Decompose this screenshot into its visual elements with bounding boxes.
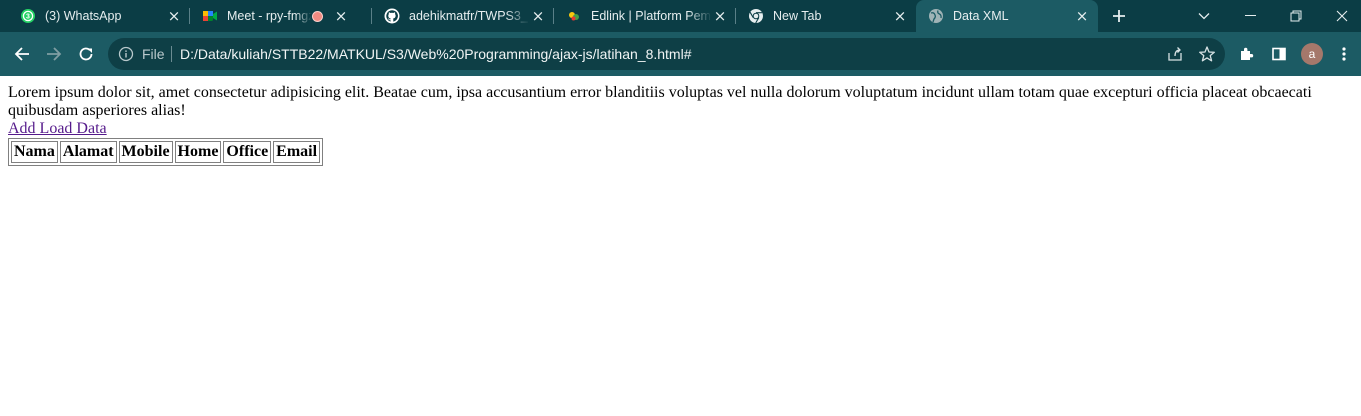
side-panel-icon: [1272, 47, 1286, 61]
tab-data-xml[interactable]: Data XML ×: [916, 0, 1098, 32]
close-tab-icon[interactable]: ×: [166, 7, 182, 25]
tab-title: Meet - rpy-fmgz-: [227, 9, 312, 23]
arrow-left-icon: [14, 47, 29, 61]
plus-icon: [1113, 10, 1125, 22]
svg-text:3: 3: [26, 14, 30, 21]
chrome-icon: [748, 8, 764, 24]
close-tab-icon[interactable]: ×: [530, 7, 546, 25]
whatsapp-icon: 3: [20, 8, 36, 24]
github-icon: [384, 8, 400, 24]
reload-button[interactable]: [70, 38, 102, 70]
close-tab-icon[interactable]: ×: [892, 7, 908, 25]
puzzle-icon: [1241, 47, 1254, 60]
address-divider: [171, 46, 172, 62]
info-icon[interactable]: [118, 46, 134, 62]
back-button[interactable]: [6, 38, 38, 70]
new-tab-button[interactable]: [1107, 4, 1131, 28]
restore-icon: [1290, 10, 1302, 22]
header-home: Home: [174, 141, 222, 163]
arrow-right-icon: [47, 47, 62, 61]
close-icon: [1336, 10, 1348, 22]
header-nama: Nama: [11, 141, 58, 163]
recording-indicator-icon: [312, 10, 323, 22]
browser-toolbar: File D:/Data/kuliah/STTB22/MATKUL/S3/Web…: [0, 32, 1361, 76]
bookmark-star-icon[interactable]: [1198, 45, 1216, 63]
address-bar[interactable]: File D:/Data/kuliah/STTB22/MATKUL/S3/Web…: [108, 38, 1225, 70]
close-window-button[interactable]: [1319, 0, 1361, 32]
header-alamat: Alamat: [59, 141, 117, 163]
tab-edlink[interactable]: Edlink | Platform Pem ×: [554, 0, 736, 32]
close-tab-icon[interactable]: ×: [712, 7, 728, 25]
google-meet-icon: [202, 8, 218, 24]
tab-new-tab[interactable]: New Tab ×: [736, 0, 916, 32]
tab-title: New Tab: [773, 9, 822, 23]
tab-title: Edlink | Platform Pem: [591, 9, 711, 23]
url-text[interactable]: D:/Data/kuliah/STTB22/MATKUL/S3/Web%20Pr…: [180, 46, 691, 62]
profile-avatar[interactable]: a: [1301, 43, 1323, 65]
globe-icon: [928, 8, 944, 24]
restore-button[interactable]: [1273, 0, 1319, 32]
close-tab-icon[interactable]: ×: [1074, 7, 1090, 25]
tab-whatsapp[interactable]: 3 (3) WhatsApp ×: [8, 0, 190, 32]
tab-strip: 3 (3) WhatsApp × Meet - rpy-fmgz- × adeh…: [0, 0, 1361, 32]
side-panel-button[interactable]: [1263, 38, 1295, 70]
scheme-label: File: [142, 46, 165, 62]
header-mobile: Mobile: [118, 141, 173, 163]
lorem-paragraph: Lorem ipsum dolor sit, amet consectetur …: [8, 84, 1312, 119]
menu-button[interactable]: [1328, 38, 1360, 70]
page-content: Lorem ipsum dolor sit, amet consectetur …: [0, 76, 1361, 174]
edlink-icon: [566, 8, 582, 24]
tab-title: (3) WhatsApp: [45, 9, 122, 23]
table-header-row: Nama Alamat Mobile Home Office Email: [11, 141, 321, 163]
minimize-icon: [1244, 15, 1256, 16]
minimize-button[interactable]: [1227, 0, 1273, 32]
close-tab-icon[interactable]: ×: [333, 7, 349, 25]
forward-button[interactable]: [38, 38, 70, 70]
tab-title: adehikmatfr/TWPS3_: [409, 9, 528, 23]
header-office: Office: [223, 141, 272, 163]
chevron-down-icon: [1198, 13, 1210, 20]
data-table: Nama Alamat Mobile Home Office Email: [8, 138, 324, 166]
tab-title: Data XML: [953, 9, 1009, 23]
reload-icon: [79, 47, 93, 61]
header-email: Email: [273, 141, 321, 163]
tab-google-meet[interactable]: Meet - rpy-fmgz- ×: [190, 0, 372, 32]
tab-github[interactable]: adehikmatfr/TWPS3_ ×: [372, 0, 554, 32]
kebab-menu-icon: [1342, 47, 1346, 61]
tab-search-button[interactable]: [1181, 0, 1227, 32]
share-icon[interactable]: [1166, 45, 1184, 63]
extensions-button[interactable]: [1231, 38, 1263, 70]
add-load-data-link[interactable]: Add Load Data: [8, 120, 107, 137]
